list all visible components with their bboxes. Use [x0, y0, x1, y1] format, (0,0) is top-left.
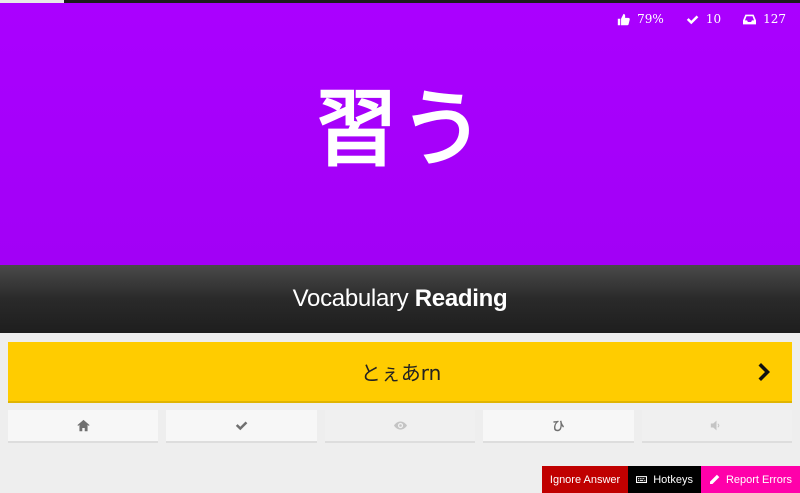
check-icon	[686, 14, 699, 24]
answer-input[interactable]	[8, 342, 738, 401]
eye-icon	[393, 421, 407, 430]
kana-chart-button[interactable]: ひ	[483, 410, 634, 443]
chevron-right-icon	[758, 362, 770, 381]
audio-icon	[711, 420, 720, 431]
review-screen: 79% 10 127 習う Vocabulary Reading とぇあrn ひ…	[0, 0, 800, 493]
hotkeys-label: Hotkeys	[653, 473, 693, 486]
item-info-button[interactable]	[166, 410, 317, 443]
stat-completed: 10	[686, 12, 721, 26]
question-type-label: Vocabulary	[292, 285, 409, 312]
stat-percent-correct: 79%	[617, 12, 664, 26]
answer-form	[8, 342, 792, 401]
check-icon	[235, 421, 248, 431]
thumbs-up-icon	[617, 13, 630, 25]
question-category-label: Reading	[414, 285, 508, 312]
review-character: 習う	[313, 80, 486, 178]
kana-icon: ひ	[552, 419, 565, 433]
stat-remaining: 127	[743, 12, 786, 26]
remaining-count: 127	[763, 12, 786, 26]
stats-bar: 79% 10 127	[617, 12, 786, 26]
audio-button[interactable]	[641, 410, 793, 443]
hotkeys-button[interactable]: Hotkeys	[628, 466, 701, 493]
submit-answer-button[interactable]	[738, 342, 792, 401]
completed-count: 10	[705, 12, 722, 26]
report-errors-label: Report Errors	[725, 473, 792, 486]
additional-buttons: ひ	[8, 410, 793, 443]
last-items-button[interactable]	[324, 410, 476, 443]
report-errors-button[interactable]: Report Errors	[700, 466, 800, 493]
pencil-icon	[710, 474, 720, 484]
ignore-answer-label: Ignore Answer	[549, 473, 621, 486]
footer-buttons: Ignore Answer Hotkeys Report Errors	[541, 466, 800, 493]
character-banner: 79% 10 127 習う	[0, 3, 800, 265]
home-icon	[77, 419, 90, 432]
keyboard-icon	[636, 476, 648, 483]
percent-correct-value: 79%	[637, 12, 664, 26]
inbox-icon	[743, 14, 757, 24]
question-type-bar: Vocabulary Reading	[0, 265, 800, 333]
home-button[interactable]	[8, 410, 159, 443]
ignore-answer-button[interactable]: Ignore Answer	[541, 466, 629, 493]
